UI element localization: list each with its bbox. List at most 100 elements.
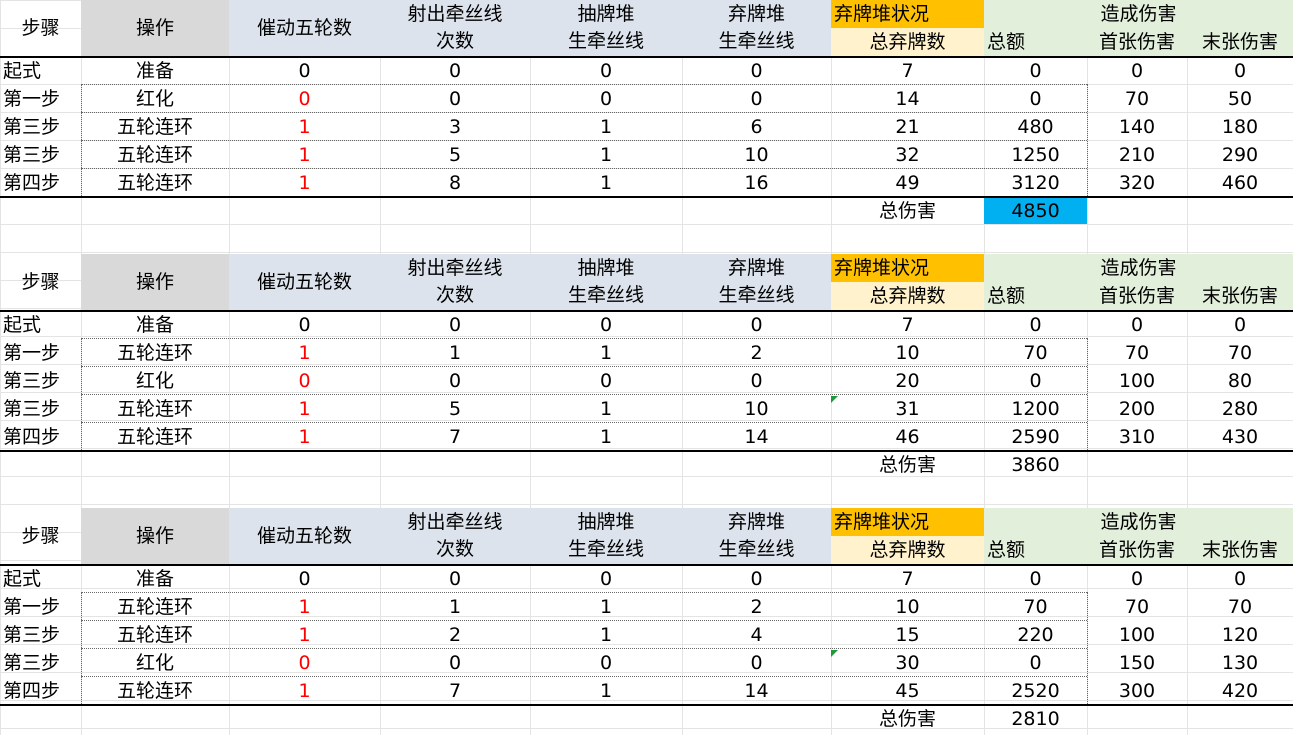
cell-drive[interactable]: 0: [229, 368, 380, 394]
cell-pile[interactable]: 31: [831, 396, 984, 422]
cell-step[interactable]: 第四步: [0, 678, 81, 704]
cell-draw[interactable]: 0: [530, 566, 682, 592]
cell-shoot[interactable]: 7: [380, 424, 530, 450]
cell-step[interactable]: 第三步: [0, 650, 81, 676]
header-discard[interactable]: 弃牌堆 生牵丝线: [682, 508, 831, 564]
cell-total[interactable]: 0: [984, 650, 1087, 676]
cell-action[interactable]: 五轮连环: [81, 622, 229, 648]
cell-first[interactable]: 140: [1087, 114, 1187, 140]
cell-action[interactable]: 五轮连环: [81, 340, 229, 366]
cell-draw[interactable]: 1: [530, 170, 682, 196]
header-drive[interactable]: 催动五轮数: [229, 254, 380, 310]
cell-action[interactable]: 红化: [81, 368, 229, 394]
cell-first[interactable]: 70: [1087, 594, 1187, 620]
cell-discard[interactable]: 2: [682, 594, 831, 620]
cell-total[interactable]: 480: [984, 114, 1087, 140]
cell-drive[interactable]: 1: [229, 622, 380, 648]
cell-drive[interactable]: 1: [229, 678, 380, 704]
cell-discard[interactable]: 2: [682, 340, 831, 366]
cell-discard[interactable]: 0: [682, 650, 831, 676]
cell-action[interactable]: 五轮连环: [81, 142, 229, 168]
cell-total[interactable]: 0: [984, 566, 1087, 592]
cell-total[interactable]: 1250: [984, 142, 1087, 168]
cell-action[interactable]: 五轮连环: [81, 114, 229, 140]
cell-draw[interactable]: 1: [530, 340, 682, 366]
cell-action[interactable]: 五轮连环: [81, 678, 229, 704]
cell-step[interactable]: 第一步: [0, 86, 81, 112]
cell-step[interactable]: 起式: [0, 566, 81, 592]
cell-last[interactable]: 70: [1187, 340, 1293, 366]
header-step[interactable]: 步骤: [0, 254, 81, 310]
header-action[interactable]: 操作: [81, 508, 229, 564]
cell-action[interactable]: 准备: [81, 58, 229, 84]
cell-pile[interactable]: 49: [831, 170, 984, 196]
cell-drive[interactable]: 1: [229, 170, 380, 196]
header-pile-total[interactable]: 总弃牌数: [831, 282, 984, 310]
cell-total[interactable]: 0: [984, 86, 1087, 112]
cell-drive[interactable]: 1: [229, 340, 380, 366]
cell-last[interactable]: 290: [1187, 142, 1293, 168]
cell-last[interactable]: 50: [1187, 86, 1293, 112]
header-total[interactable]: 总额: [984, 28, 1087, 56]
cell-first[interactable]: 70: [1087, 86, 1187, 112]
cell-last[interactable]: 0: [1187, 566, 1293, 592]
cell-action[interactable]: 五轮连环: [81, 396, 229, 422]
cell-first[interactable]: 300: [1087, 678, 1187, 704]
cell-total[interactable]: 0: [984, 368, 1087, 394]
cell-step[interactable]: 起式: [0, 312, 81, 338]
cell-step[interactable]: 第四步: [0, 170, 81, 196]
cell-discard[interactable]: 0: [682, 368, 831, 394]
cell-last[interactable]: 70: [1187, 594, 1293, 620]
cell-first[interactable]: 100: [1087, 368, 1187, 394]
cell-shoot[interactable]: 0: [380, 86, 530, 112]
header-damage-group[interactable]: 造成伤害: [984, 0, 1293, 28]
cell-total[interactable]: 220: [984, 622, 1087, 648]
cell-pile[interactable]: 7: [831, 312, 984, 338]
cell-pile[interactable]: 7: [831, 58, 984, 84]
cell-step[interactable]: 第三步: [0, 142, 81, 168]
cell-discard[interactable]: 0: [682, 312, 831, 338]
header-first[interactable]: 首张伤害: [1087, 536, 1187, 564]
cell-draw[interactable]: 0: [530, 368, 682, 394]
cell-last[interactable]: 460: [1187, 170, 1293, 196]
cell-drive[interactable]: 1: [229, 424, 380, 450]
header-damage-group[interactable]: 造成伤害: [984, 254, 1293, 282]
cell-last[interactable]: 180: [1187, 114, 1293, 140]
header-pile-status[interactable]: 弃牌堆状况: [831, 254, 984, 282]
header-step[interactable]: 步骤: [0, 0, 81, 56]
cell-total[interactable]: 70: [984, 340, 1087, 366]
cell-action[interactable]: 五轮连环: [81, 594, 229, 620]
cell-total[interactable]: 2520: [984, 678, 1087, 704]
header-total[interactable]: 总额: [984, 536, 1087, 564]
header-pile-total[interactable]: 总弃牌数: [831, 536, 984, 564]
cell-shoot[interactable]: 1: [380, 594, 530, 620]
header-draw[interactable]: 抽牌堆 生牵丝线: [530, 254, 682, 310]
header-step[interactable]: 步骤: [0, 508, 81, 564]
cell-pile[interactable]: 30: [831, 650, 984, 676]
cell-discard[interactable]: 10: [682, 396, 831, 422]
cell-last[interactable]: 0: [1187, 58, 1293, 84]
cell-first[interactable]: 150: [1087, 650, 1187, 676]
cell-step[interactable]: 第三步: [0, 396, 81, 422]
cell-pile[interactable]: 20: [831, 368, 984, 394]
cell-action[interactable]: 红化: [81, 86, 229, 112]
cell-discard[interactable]: 6: [682, 114, 831, 140]
cell-draw[interactable]: 0: [530, 58, 682, 84]
cell-discard[interactable]: 0: [682, 58, 831, 84]
cell-total[interactable]: 70: [984, 594, 1087, 620]
cell-last[interactable]: 420: [1187, 678, 1293, 704]
cell-draw[interactable]: 0: [530, 312, 682, 338]
header-discard[interactable]: 弃牌堆 生牵丝线: [682, 254, 831, 310]
header-action[interactable]: 操作: [81, 254, 229, 310]
cell-step[interactable]: 第一步: [0, 340, 81, 366]
total-label[interactable]: 总伤害: [831, 198, 984, 224]
cell-drive[interactable]: 1: [229, 142, 380, 168]
cell-first[interactable]: 100: [1087, 622, 1187, 648]
cell-action[interactable]: 红化: [81, 650, 229, 676]
cell-action[interactable]: 准备: [81, 566, 229, 592]
cell-total[interactable]: 3120: [984, 170, 1087, 196]
cell-last[interactable]: 0: [1187, 312, 1293, 338]
cell-discard[interactable]: 0: [682, 86, 831, 112]
cell-drive[interactable]: 0: [229, 650, 380, 676]
header-shoot[interactable]: 射出牵丝线 次数: [380, 0, 530, 56]
